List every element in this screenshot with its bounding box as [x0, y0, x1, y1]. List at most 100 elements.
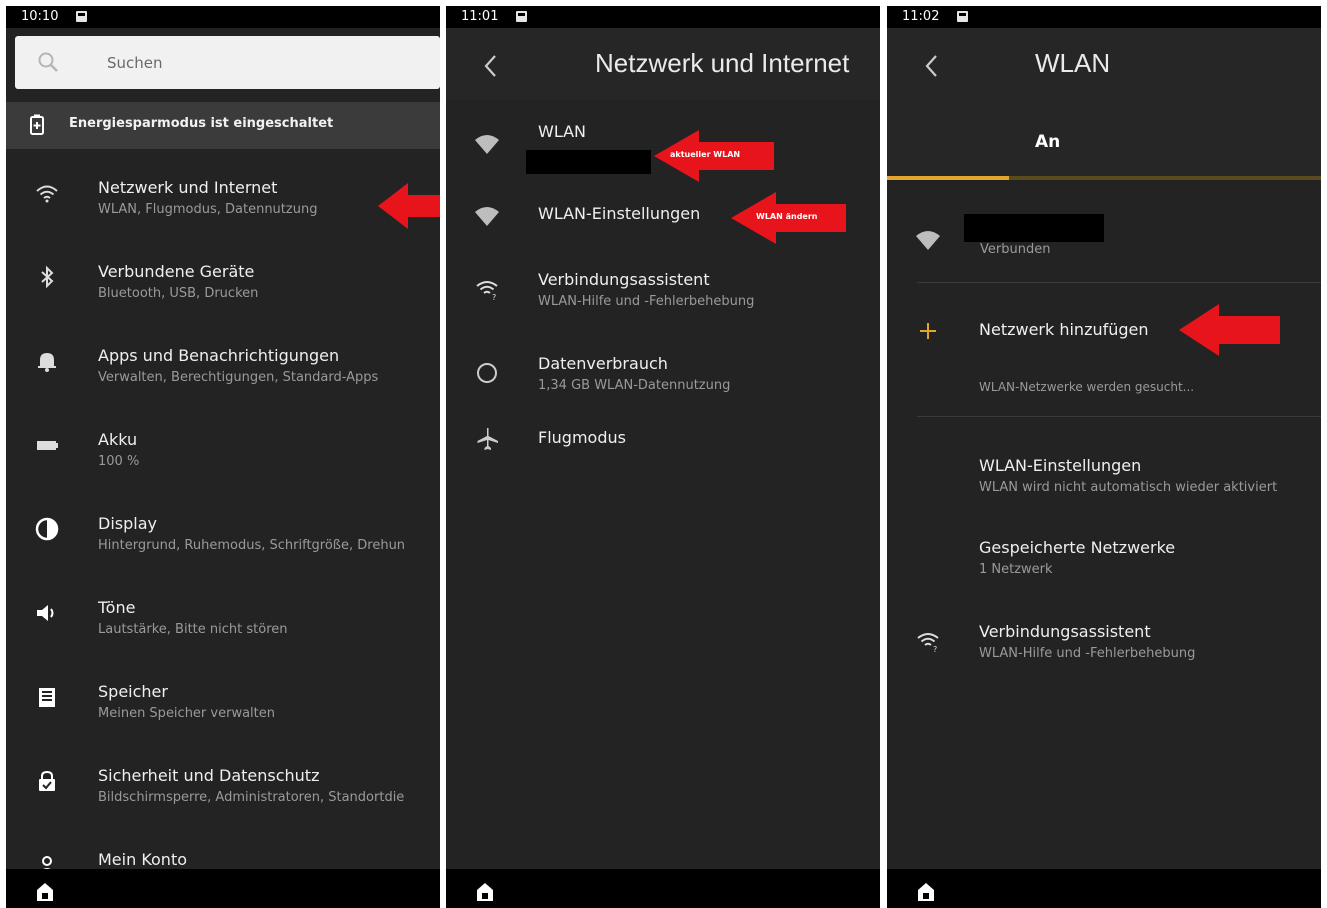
- settings-item-security[interactable]: Sicherheit und Datenschutz Bildschirmspe…: [6, 744, 440, 824]
- battery-icon: [37, 441, 58, 450]
- notification-icon: [76, 11, 87, 22]
- toggle-indicator: [887, 176, 1009, 180]
- item-subtitle: Bluetooth, USB, Drucken: [98, 286, 259, 301]
- back-icon[interactable]: [922, 52, 942, 80]
- item-subtitle: WLAN, Flugmodus, Datennutzung: [98, 202, 318, 217]
- annotation-arrow: [1179, 304, 1280, 356]
- annotation-arrow: [378, 183, 440, 229]
- plus-icon: [920, 323, 936, 339]
- item-title: Datenverbrauch: [538, 354, 668, 373]
- back-icon[interactable]: [481, 52, 501, 80]
- status-bar: 11:01: [446, 6, 880, 28]
- status-time: 11:01: [461, 9, 499, 24]
- item-title: Speicher: [98, 682, 168, 701]
- status-bar: 10:10: [6, 6, 440, 28]
- item-title: Mein Konto: [98, 850, 188, 869]
- search-input[interactable]: Suchen: [15, 36, 440, 89]
- item-title: Display: [98, 514, 157, 533]
- item-subtitle: 1,34 GB WLAN-Datennutzung: [538, 378, 731, 393]
- item-title: Verbindungsassistent: [979, 622, 1151, 641]
- network-item-airplane-mode[interactable]: Flugmodus: [446, 416, 880, 496]
- navigation-bar: [6, 869, 440, 908]
- item-subtitle: Hintergrund, Ruhemodus, Schriftgröße, Dr…: [98, 538, 406, 553]
- connected-network-item[interactable]: Verbunden: [887, 202, 1321, 282]
- status-bar: 11:02: [887, 6, 1321, 28]
- item-title: Verbindungsassistent: [538, 270, 710, 289]
- home-icon[interactable]: [915, 881, 937, 903]
- notification-icon: [957, 11, 968, 22]
- battery-saver-text: Energiesparmodus ist eingeschaltet: [69, 116, 334, 131]
- wifi-icon: [475, 135, 499, 154]
- speaker-icon: [37, 605, 54, 621]
- item-subtitle: WLAN wird nicht automatisch wieder aktiv…: [979, 480, 1278, 495]
- contrast-icon: [35, 517, 59, 541]
- item-title: Flugmodus: [538, 428, 626, 447]
- item-subtitle: 1 Netzwerk: [979, 562, 1053, 577]
- svg-text:?: ?: [933, 645, 937, 654]
- item-subtitle: Verwalten, Berechtigungen, Standard-Apps: [98, 370, 379, 385]
- network-internet-screen: 11:01 Netzwerk und Internet WLAN WLAN-Ei…: [446, 6, 880, 908]
- settings-item-display[interactable]: Display Hintergrund, Ruhemodus, Schriftg…: [6, 492, 440, 572]
- redacted-network-name: [964, 214, 1104, 242]
- annotation-label: aktueller WLAN: [670, 150, 741, 159]
- storage-icon: [39, 688, 55, 707]
- wifi-icon: [475, 207, 499, 226]
- lock-icon: [39, 770, 55, 791]
- item-title: WLAN: [538, 122, 587, 141]
- divider: [917, 416, 1321, 417]
- item-title: Verbundene Geräte: [98, 262, 255, 281]
- settings-item-storage[interactable]: Speicher Meinen Speicher verwalten: [6, 660, 440, 740]
- search-icon: [38, 52, 58, 72]
- wifi-icon: [916, 231, 940, 250]
- home-icon[interactable]: [34, 881, 56, 903]
- item-subtitle: WLAN-Hilfe und -Fehlerbehebung: [979, 646, 1196, 661]
- network-item-data-usage[interactable]: Datenverbrauch 1,34 GB WLAN-Datennutzung: [446, 334, 880, 414]
- item-subtitle: 100 %: [98, 454, 140, 469]
- status-time: 10:10: [21, 9, 59, 24]
- search-placeholder: Suchen: [107, 54, 163, 72]
- svg-text:?: ?: [492, 293, 496, 302]
- wifi-assistant-icon: ?: [476, 281, 498, 302]
- status-time: 11:02: [902, 9, 940, 24]
- wlan-toggle-label: An: [1035, 132, 1061, 152]
- notification-icon: [516, 11, 527, 22]
- navigation-bar: [887, 869, 1321, 908]
- item-title: Gespeicherte Netzwerke: [979, 538, 1176, 557]
- annotation-label: WLAN ändern: [756, 212, 818, 221]
- wlan-settings-item[interactable]: WLAN-Einstellungen WLAN wird nicht autom…: [887, 440, 1321, 520]
- wifi-icon: [36, 185, 58, 203]
- wlan-toggle-bar[interactable]: An: [887, 100, 1321, 180]
- settings-screen: 10:10 Suchen Energiesparmodus ist einges…: [6, 6, 440, 908]
- item-title: Netzwerk und Internet: [98, 178, 278, 197]
- item-title: Sicherheit und Datenschutz: [98, 766, 320, 785]
- item-subtitle: Meinen Speicher verwalten: [98, 706, 275, 721]
- settings-item-sounds[interactable]: Töne Lautstärke, Bitte nicht stören: [6, 576, 440, 656]
- bluetooth-icon: [41, 265, 54, 289]
- page-title: WLAN: [1035, 48, 1111, 78]
- item-title: WLAN-Einstellungen: [979, 456, 1142, 475]
- connection-assistant-item[interactable]: ? Verbindungsassistent WLAN-Hilfe und -F…: [887, 604, 1321, 684]
- item-subtitle: Lautstärke, Bitte nicht stören: [98, 622, 288, 637]
- data-usage-icon: [477, 363, 497, 383]
- saved-networks-item[interactable]: Gespeicherte Netzwerke 1 Netzwerk: [887, 522, 1321, 602]
- home-icon[interactable]: [474, 881, 496, 903]
- page-title: Netzwerk und Internet: [595, 48, 850, 78]
- settings-item-network[interactable]: Netzwerk und Internet WLAN, Flugmodus, D…: [6, 156, 440, 236]
- item-title: Netzwerk hinzufügen: [979, 320, 1149, 339]
- settings-item-battery[interactable]: Akku 100 %: [6, 408, 440, 488]
- wlan-screen: 11:02 WLAN An Verbunden Netzwerk hinzufü…: [887, 6, 1321, 908]
- battery-saver-banner[interactable]: Energiesparmodus ist eingeschaltet: [6, 102, 440, 149]
- scanning-status: WLAN-Netzwerke werden gesucht...: [979, 380, 1195, 394]
- app-bar: WLAN: [887, 28, 1321, 100]
- battery-saver-icon: [30, 114, 44, 135]
- item-title: Akku: [98, 430, 138, 449]
- item-title: Töne: [98, 598, 136, 617]
- network-item-assistant[interactable]: ? Verbindungsassistent WLAN-Hilfe und -F…: [446, 252, 880, 332]
- divider: [917, 282, 1321, 283]
- navigation-bar: [446, 869, 880, 908]
- item-title: Apps und Benachrichtigungen: [98, 346, 340, 365]
- bell-icon: [38, 353, 56, 372]
- item-subtitle: Bildschirmsperre, Administratoren, Stand…: [98, 790, 405, 805]
- settings-item-connected-devices[interactable]: Verbundene Geräte Bluetooth, USB, Drucke…: [6, 240, 440, 320]
- settings-item-apps[interactable]: Apps und Benachrichtigungen Verwalten, B…: [6, 324, 440, 404]
